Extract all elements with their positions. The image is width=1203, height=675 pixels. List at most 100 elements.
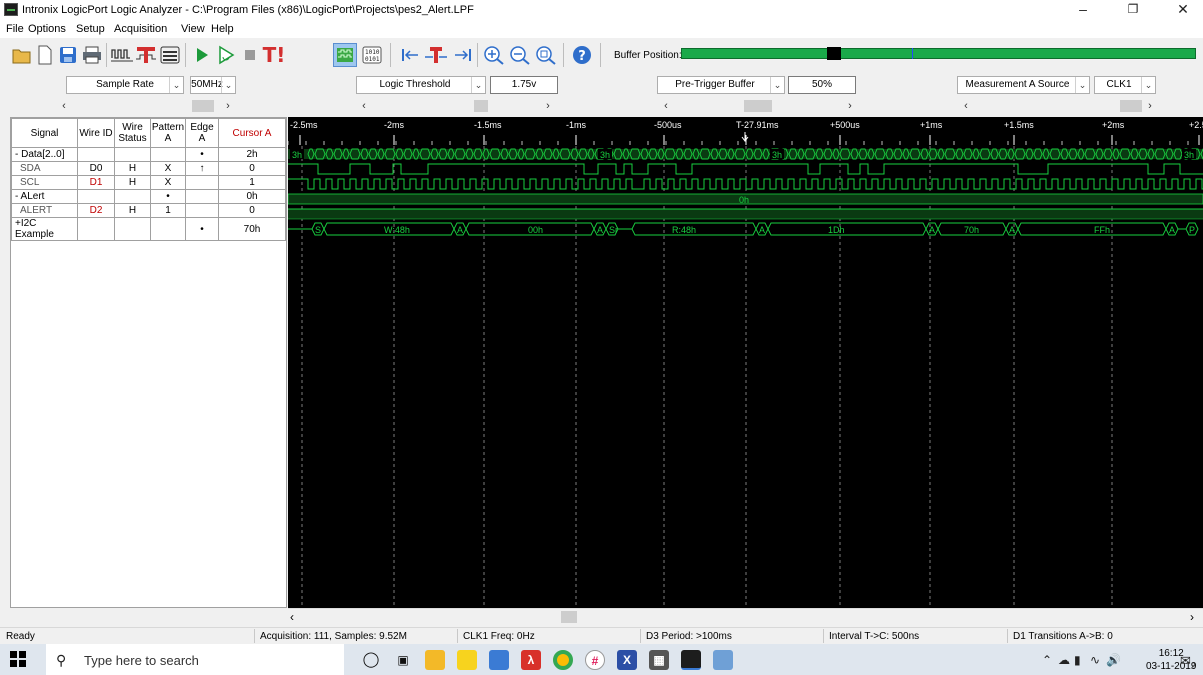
list-view-icon[interactable] bbox=[158, 43, 182, 67]
header-wire-status[interactable]: Wire Status bbox=[114, 118, 151, 148]
battery-icon[interactable]: ▮ bbox=[1074, 653, 1081, 667]
signal-name[interactable]: ALERT bbox=[11, 203, 78, 218]
table-row[interactable]: - Data[2..0] • 2h bbox=[11, 147, 286, 162]
pattern-a[interactable]: X bbox=[150, 175, 186, 190]
menu-file[interactable]: File bbox=[6, 23, 24, 35]
arrow-right-icon[interactable]: › bbox=[1142, 98, 1158, 114]
sample-rate-scroll[interactable]: ‹ › bbox=[56, 98, 236, 114]
stop-icon[interactable] bbox=[238, 43, 262, 67]
maximize-button[interactable]: ❐ bbox=[1113, 0, 1153, 20]
menu-acquisition[interactable]: Acquisition bbox=[114, 23, 167, 35]
buffer-knob[interactable] bbox=[827, 47, 841, 60]
arrow-left-icon[interactable]: ‹ bbox=[356, 98, 372, 114]
pattern-a[interactable]: • bbox=[150, 189, 186, 204]
xilinx-icon[interactable]: X bbox=[617, 650, 637, 670]
pre-trigger-scroll[interactable]: ‹ › bbox=[658, 98, 858, 114]
arrow-right-icon[interactable]: › bbox=[540, 98, 556, 114]
measurement-a-scroll[interactable]: ‹ › bbox=[958, 98, 1158, 114]
pattern-a[interactable]: 1 bbox=[150, 203, 186, 218]
menu-help[interactable]: Help bbox=[211, 23, 234, 35]
header-wire-id[interactable]: Wire ID bbox=[77, 118, 115, 148]
cursor-trigger-icon[interactable] bbox=[424, 43, 448, 67]
arrow-left-icon[interactable]: ‹ bbox=[56, 98, 72, 114]
measurement-a-combo[interactable]: Measurement A Source ⌄ bbox=[957, 76, 1090, 94]
logic-threshold-value[interactable]: 1.75v bbox=[490, 76, 558, 94]
table-row[interactable]: SDA D0 H X ↑ 0 bbox=[11, 161, 286, 176]
binary-mode-icon[interactable]: 1010 0101 bbox=[360, 43, 384, 67]
sticky-notes-icon[interactable] bbox=[457, 650, 477, 670]
pattern-a[interactable] bbox=[150, 147, 186, 162]
chrome-icon[interactable] bbox=[553, 650, 573, 670]
measurement-a-value[interactable]: CLK1 ⌄ bbox=[1094, 76, 1156, 94]
edge-a[interactable] bbox=[185, 189, 219, 204]
chevron-down-icon[interactable]: ⌄ bbox=[770, 77, 784, 93]
scroll-thumb[interactable] bbox=[1120, 100, 1142, 112]
arrow-right-icon[interactable]: › bbox=[220, 98, 236, 114]
cursor-right-icon[interactable] bbox=[451, 43, 475, 67]
edge-a[interactable]: • bbox=[185, 217, 219, 241]
edge-a[interactable] bbox=[185, 175, 219, 190]
volume-icon[interactable]: 🔊 bbox=[1106, 653, 1121, 667]
waveform-canvas[interactable]: -2.5ms -2ms -1.5ms -1ms -500us T-27.91ms +500u… bbox=[288, 117, 1203, 608]
scroll-thumb[interactable] bbox=[474, 100, 488, 112]
scroll-thumb[interactable] bbox=[192, 100, 214, 112]
chevron-down-icon[interactable]: ⌄ bbox=[169, 77, 183, 93]
tray-expand-icon[interactable]: ⌃ bbox=[1042, 653, 1052, 667]
file-explorer-icon[interactable] bbox=[425, 650, 445, 670]
signal-name[interactable]: SDA bbox=[11, 161, 78, 176]
edge-a[interactable] bbox=[185, 203, 219, 218]
save-icon[interactable] bbox=[56, 43, 80, 67]
task-view-icon[interactable]: ▣ bbox=[393, 650, 413, 670]
slack-icon[interactable]: # bbox=[585, 650, 605, 670]
new-file-icon[interactable] bbox=[33, 43, 57, 67]
pattern-a[interactable] bbox=[150, 217, 186, 241]
table-row[interactable]: - ALert • 0h bbox=[11, 189, 286, 204]
arrow-right-icon[interactable]: › bbox=[1190, 610, 1194, 624]
app-taskbar-icon[interactable] bbox=[713, 650, 733, 670]
windows-start-icon[interactable] bbox=[10, 651, 26, 667]
pattern-a[interactable]: X bbox=[150, 161, 186, 176]
notification-icon[interactable]: ✉2 bbox=[1180, 653, 1195, 671]
logic-threshold-scroll[interactable]: ‹ › bbox=[356, 98, 556, 114]
run-icon[interactable] bbox=[190, 43, 214, 67]
signal-name[interactable]: - Data[2..0] bbox=[11, 147, 78, 162]
scroll-thumb[interactable] bbox=[744, 100, 772, 112]
wifi-icon[interactable]: ∿ bbox=[1090, 653, 1100, 667]
open-folder-icon[interactable] bbox=[10, 43, 34, 67]
edge-a[interactable]: ↑ bbox=[185, 161, 219, 176]
waveform-scrollbar[interactable]: ‹ › bbox=[288, 608, 1203, 625]
signal-name[interactable]: +I2C Example bbox=[11, 217, 78, 241]
print-icon[interactable] bbox=[80, 43, 104, 67]
header-cursor-a[interactable]: Cursor A bbox=[218, 118, 286, 148]
force-trigger-icon[interactable]: T! bbox=[262, 43, 286, 67]
signal-name[interactable]: - ALert bbox=[11, 189, 78, 204]
zoom-fit-icon[interactable] bbox=[534, 43, 558, 67]
arrow-left-icon[interactable]: ‹ bbox=[658, 98, 674, 114]
acrobat-icon[interactable]: λ bbox=[521, 650, 541, 670]
close-button[interactable]: ✕ bbox=[1163, 0, 1203, 20]
arrow-right-icon[interactable]: › bbox=[842, 98, 858, 114]
zoom-out-icon[interactable] bbox=[508, 43, 532, 67]
scroll-thumb[interactable] bbox=[561, 611, 577, 623]
arrow-left-icon[interactable]: ‹ bbox=[290, 610, 294, 624]
run-repeat-icon[interactable] bbox=[214, 43, 238, 67]
sample-rate-value[interactable]: 50MHz ⌄ bbox=[190, 76, 236, 94]
pre-trigger-combo[interactable]: Pre-Trigger Buffer ⌄ bbox=[657, 76, 785, 94]
header-pattern-a[interactable]: Pattern A bbox=[150, 118, 186, 148]
chevron-down-icon[interactable]: ⌄ bbox=[1075, 77, 1089, 93]
chevron-down-icon[interactable]: ⌄ bbox=[471, 77, 485, 93]
timing-icon[interactable] bbox=[110, 43, 134, 67]
table-row[interactable]: SCL D1 H X 1 bbox=[11, 175, 286, 190]
arrow-left-icon[interactable]: ‹ bbox=[958, 98, 974, 114]
network-app-icon[interactable] bbox=[489, 650, 509, 670]
menu-view[interactable]: View bbox=[181, 23, 205, 35]
table-row[interactable]: +I2C Example • 70h bbox=[11, 217, 286, 241]
zoom-in-icon[interactable] bbox=[482, 43, 506, 67]
help-icon[interactable]: ? bbox=[570, 43, 594, 67]
cortana-icon[interactable]: ◯ bbox=[361, 650, 381, 670]
chevron-down-icon[interactable]: ⌄ bbox=[221, 77, 235, 93]
cursor-left-icon[interactable] bbox=[398, 43, 422, 67]
taskbar-search[interactable]: ⚲ Type here to search bbox=[46, 644, 344, 675]
menu-options[interactable]: Options bbox=[28, 23, 66, 35]
onedrive-icon[interactable]: ☁ bbox=[1058, 653, 1070, 667]
